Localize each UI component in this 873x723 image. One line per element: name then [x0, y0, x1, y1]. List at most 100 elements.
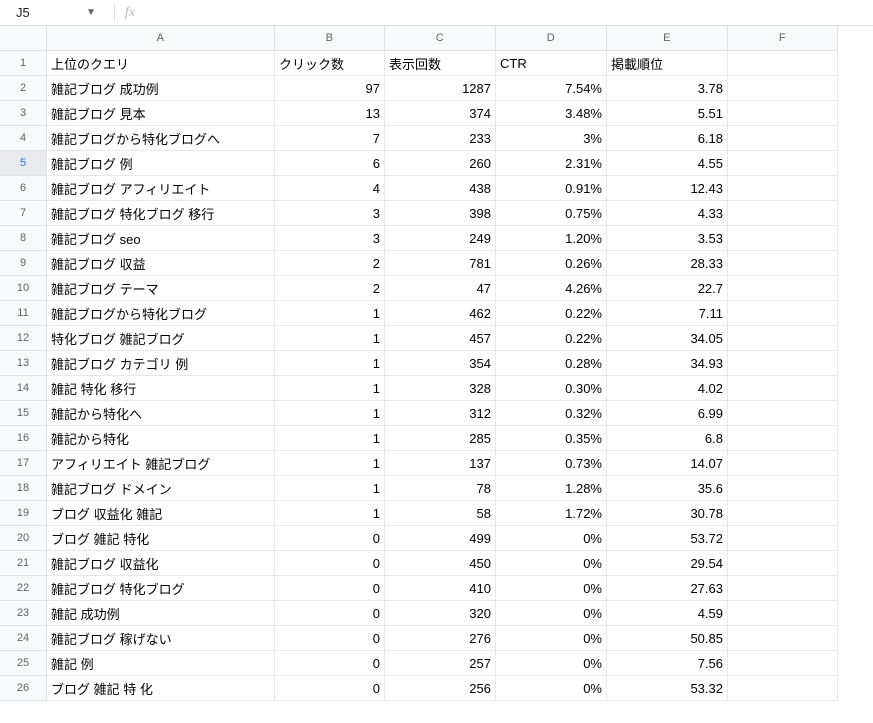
select-all-corner[interactable]: [0, 26, 47, 51]
cell-A21[interactable]: 雑記ブログ 収益化: [47, 551, 275, 576]
cell-E14[interactable]: 4.02: [607, 376, 728, 401]
cell-A17[interactable]: アフィリエイト 雑記ブログ: [47, 451, 275, 476]
cell-E13[interactable]: 34.93: [607, 351, 728, 376]
row-header-10[interactable]: 10: [0, 276, 47, 301]
cell-B24[interactable]: 0: [275, 626, 385, 651]
cell-B1[interactable]: クリック数: [275, 51, 385, 76]
cell-D6[interactable]: 0.91%: [496, 176, 607, 201]
cell-A2[interactable]: 雑記ブログ 成功例: [47, 76, 275, 101]
cell-E2[interactable]: 3.78: [607, 76, 728, 101]
row-header-4[interactable]: 4: [0, 126, 47, 151]
cell-B11[interactable]: 1: [275, 301, 385, 326]
cell-F23[interactable]: [728, 601, 838, 626]
cell-A18[interactable]: 雑記ブログ ドメイン: [47, 476, 275, 501]
cell-B6[interactable]: 4: [275, 176, 385, 201]
cell-A6[interactable]: 雑記ブログ アフィリエイト: [47, 176, 275, 201]
cell-C13[interactable]: 354: [385, 351, 496, 376]
row-header-26[interactable]: 26: [0, 676, 47, 701]
cell-D24[interactable]: 0%: [496, 626, 607, 651]
cell-B15[interactable]: 1: [275, 401, 385, 426]
cell-C8[interactable]: 249: [385, 226, 496, 251]
cell-E19[interactable]: 30.78: [607, 501, 728, 526]
cell-B4[interactable]: 7: [275, 126, 385, 151]
cell-C9[interactable]: 781: [385, 251, 496, 276]
cell-B5[interactable]: 6: [275, 151, 385, 176]
cell-C18[interactable]: 78: [385, 476, 496, 501]
cell-D8[interactable]: 1.20%: [496, 226, 607, 251]
cell-B26[interactable]: 0: [275, 676, 385, 701]
cell-F18[interactable]: [728, 476, 838, 501]
cell-D12[interactable]: 0.22%: [496, 326, 607, 351]
cell-E1[interactable]: 掲載順位: [607, 51, 728, 76]
cell-C19[interactable]: 58: [385, 501, 496, 526]
cell-A19[interactable]: ブログ 収益化 雑記: [47, 501, 275, 526]
cell-D26[interactable]: 0%: [496, 676, 607, 701]
cell-E23[interactable]: 4.59: [607, 601, 728, 626]
cell-F14[interactable]: [728, 376, 838, 401]
cell-A20[interactable]: ブログ 雑記 特化: [47, 526, 275, 551]
cell-F10[interactable]: [728, 276, 838, 301]
cell-F5[interactable]: [728, 151, 838, 176]
cell-F1[interactable]: [728, 51, 838, 76]
cell-E15[interactable]: 6.99: [607, 401, 728, 426]
cell-C12[interactable]: 457: [385, 326, 496, 351]
cell-B20[interactable]: 0: [275, 526, 385, 551]
cell-A5[interactable]: 雑記ブログ 例: [47, 151, 275, 176]
cell-E22[interactable]: 27.63: [607, 576, 728, 601]
cell-D19[interactable]: 1.72%: [496, 501, 607, 526]
cell-E24[interactable]: 50.85: [607, 626, 728, 651]
cell-A25[interactable]: 雑記 例: [47, 651, 275, 676]
cell-E4[interactable]: 6.18: [607, 126, 728, 151]
cell-A7[interactable]: 雑記ブログ 特化ブログ 移行: [47, 201, 275, 226]
cell-B23[interactable]: 0: [275, 601, 385, 626]
cell-C4[interactable]: 233: [385, 126, 496, 151]
row-header-2[interactable]: 2: [0, 76, 47, 101]
cell-B18[interactable]: 1: [275, 476, 385, 501]
column-header-F[interactable]: F: [728, 26, 838, 51]
cell-F6[interactable]: [728, 176, 838, 201]
cell-F4[interactable]: [728, 126, 838, 151]
cell-D1[interactable]: CTR: [496, 51, 607, 76]
column-header-A[interactable]: A: [47, 26, 275, 51]
cell-C11[interactable]: 462: [385, 301, 496, 326]
cell-F24[interactable]: [728, 626, 838, 651]
cell-C7[interactable]: 398: [385, 201, 496, 226]
row-header-9[interactable]: 9: [0, 251, 47, 276]
cell-F8[interactable]: [728, 226, 838, 251]
cell-F13[interactable]: [728, 351, 838, 376]
cell-C24[interactable]: 276: [385, 626, 496, 651]
cell-B13[interactable]: 1: [275, 351, 385, 376]
cell-F9[interactable]: [728, 251, 838, 276]
cell-A16[interactable]: 雑記から特化: [47, 426, 275, 451]
cell-E12[interactable]: 34.05: [607, 326, 728, 351]
row-header-21[interactable]: 21: [0, 551, 47, 576]
cell-E7[interactable]: 4.33: [607, 201, 728, 226]
cell-F26[interactable]: [728, 676, 838, 701]
cell-B21[interactable]: 0: [275, 551, 385, 576]
cell-B19[interactable]: 1: [275, 501, 385, 526]
cell-D11[interactable]: 0.22%: [496, 301, 607, 326]
cell-C16[interactable]: 285: [385, 426, 496, 451]
cell-F17[interactable]: [728, 451, 838, 476]
row-header-6[interactable]: 6: [0, 176, 47, 201]
cell-D15[interactable]: 0.32%: [496, 401, 607, 426]
cell-E20[interactable]: 53.72: [607, 526, 728, 551]
column-header-E[interactable]: E: [607, 26, 728, 51]
cell-F7[interactable]: [728, 201, 838, 226]
cell-C6[interactable]: 438: [385, 176, 496, 201]
cell-B22[interactable]: 0: [275, 576, 385, 601]
cell-F2[interactable]: [728, 76, 838, 101]
cell-D20[interactable]: 0%: [496, 526, 607, 551]
cell-D5[interactable]: 2.31%: [496, 151, 607, 176]
cell-A11[interactable]: 雑記ブログから特化ブログ: [47, 301, 275, 326]
cell-D3[interactable]: 3.48%: [496, 101, 607, 126]
cell-A23[interactable]: 雑記 成功例: [47, 601, 275, 626]
row-header-13[interactable]: 13: [0, 351, 47, 376]
cell-B3[interactable]: 13: [275, 101, 385, 126]
cell-D10[interactable]: 4.26%: [496, 276, 607, 301]
cell-A13[interactable]: 雑記ブログ カテゴリ 例: [47, 351, 275, 376]
cell-F19[interactable]: [728, 501, 838, 526]
cell-E18[interactable]: 35.6: [607, 476, 728, 501]
cell-E11[interactable]: 7.11: [607, 301, 728, 326]
row-header-20[interactable]: 20: [0, 526, 47, 551]
